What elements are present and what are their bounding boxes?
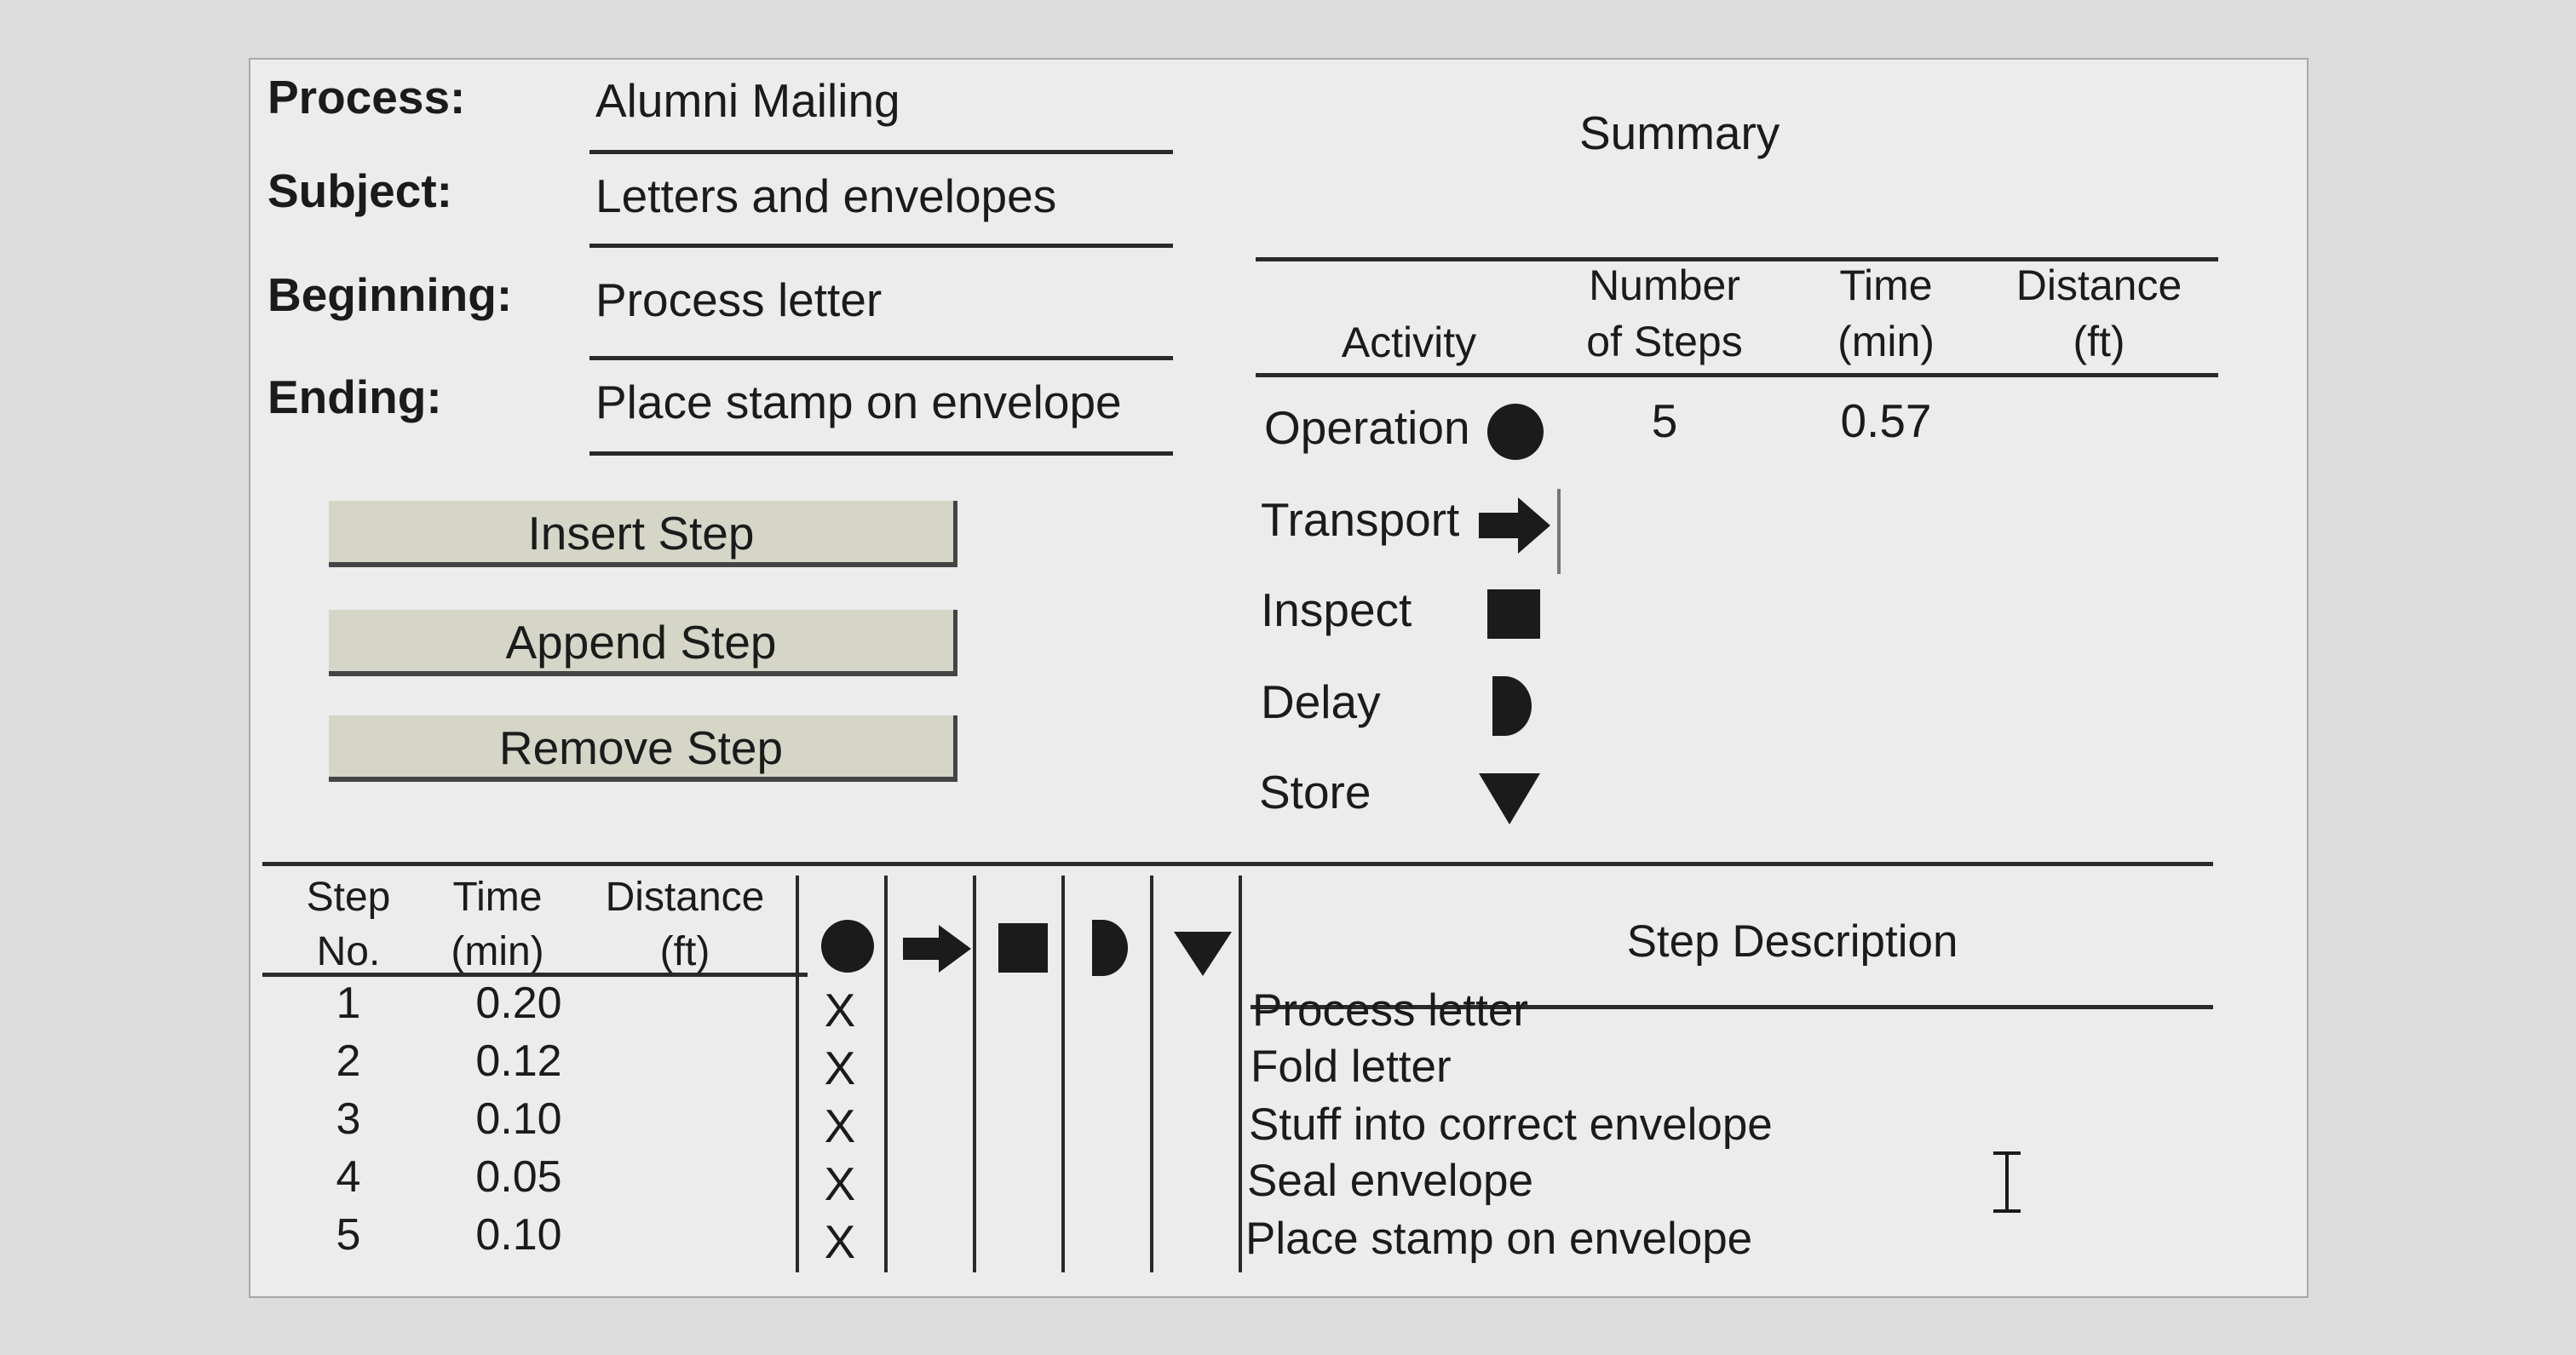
- insert-step-button[interactable]: Insert Step: [329, 501, 957, 567]
- activity-transport-label: Transport: [1261, 493, 1460, 546]
- summary-title: Summary: [1579, 106, 1780, 159]
- grid-line: [973, 876, 976, 1272]
- summary-header-line: [1256, 373, 2218, 377]
- summary-col-steps: Number of Steps: [1586, 261, 1743, 365]
- grid-line: [1150, 876, 1153, 1272]
- arrow-right-icon: [1477, 496, 1552, 555]
- text-cursor-ibeam-icon: [1988, 1150, 2026, 1219]
- ending-value[interactable]: Place stamp on envelope: [595, 375, 1122, 429]
- process-chart-panel: Process: Alumni Mailing Subject: Letters…: [249, 58, 2309, 1298]
- beginning-label: Beginning:: [267, 268, 513, 321]
- beginning-value[interactable]: Process letter: [595, 273, 882, 327]
- circle-icon: [1486, 402, 1545, 462]
- row-4-description[interactable]: Seal envelope: [1247, 1155, 1533, 1207]
- ending-label: Ending:: [267, 370, 442, 423]
- table-col-transport-icon: [901, 923, 973, 974]
- row-2-step: 2: [336, 1036, 361, 1086]
- row-1-operation-mark[interactable]: X: [813, 983, 867, 1037]
- row-2-time: 0.12: [475, 1036, 562, 1086]
- row-3-time: 0.10: [475, 1094, 562, 1144]
- row-5-description[interactable]: Place stamp on envelope: [1245, 1213, 1752, 1265]
- table-top-line: [262, 862, 2213, 866]
- ending-field-line: [589, 451, 1173, 456]
- operation-time: 0.57: [1840, 394, 1932, 447]
- row-4-time: 0.05: [475, 1152, 562, 1202]
- summary-col-distance: Distance (ft): [2015, 261, 2182, 365]
- append-step-button[interactable]: Append Step: [329, 610, 957, 676]
- row-5-step: 5: [336, 1210, 361, 1260]
- beginning-field-line: [589, 356, 1173, 360]
- square-icon: [1486, 588, 1542, 640]
- table-col-step: Step No.: [306, 875, 391, 974]
- triangle-down-icon: [1477, 772, 1542, 826]
- row-5-time: 0.10: [475, 1210, 562, 1260]
- table-col-inspect-icon: [997, 922, 1049, 974]
- subject-field-line: [589, 244, 1173, 248]
- grid-line: [1239, 876, 1242, 1272]
- row-2-operation-mark[interactable]: X: [813, 1041, 867, 1095]
- row-3-description[interactable]: Stuff into correct envelope: [1249, 1099, 1773, 1151]
- operation-steps: 5: [1651, 394, 1678, 447]
- remove-step-button[interactable]: Remove Step: [329, 715, 957, 782]
- summary-col-activity: Activity: [1341, 319, 1477, 366]
- row-2-description[interactable]: Fold letter: [1251, 1041, 1452, 1093]
- table-col-operation-icon: [819, 918, 876, 974]
- summary-col-time: Time (min): [1837, 261, 1935, 365]
- subject-label: Subject:: [267, 164, 452, 217]
- activity-inspect-label: Inspect: [1261, 583, 1412, 636]
- process-field-line: [589, 150, 1173, 154]
- row-3-step: 3: [336, 1094, 361, 1144]
- table-header-line-left: [262, 973, 808, 977]
- grid-line: [796, 876, 799, 1272]
- activity-operation-label: Operation: [1264, 401, 1470, 454]
- activity-delay-label: Delay: [1261, 675, 1381, 728]
- subject-value[interactable]: Letters and envelopes: [595, 169, 1056, 223]
- row-1-step: 1: [336, 979, 361, 1028]
- row-3-operation-mark[interactable]: X: [813, 1099, 867, 1153]
- grid-line: [1061, 876, 1065, 1272]
- process-value[interactable]: Alumni Mailing: [595, 73, 900, 128]
- row-5-operation-mark[interactable]: X: [813, 1214, 867, 1269]
- row-4-step: 4: [336, 1152, 361, 1202]
- table-col-time: Time (min): [451, 875, 544, 974]
- table-col-description: Step Description: [1626, 916, 1958, 967]
- table-col-delay-icon: [1090, 918, 1131, 978]
- grid-line: [884, 876, 888, 1272]
- row-1-time: 0.20: [475, 979, 562, 1028]
- d-shape-icon: [1491, 675, 1533, 738]
- row-4-operation-mark[interactable]: X: [813, 1157, 867, 1211]
- table-col-distance: Distance (ft): [605, 875, 765, 974]
- process-label: Process:: [267, 71, 466, 123]
- table-col-store-icon: [1172, 930, 1233, 978]
- text-cursor-caret: [1557, 489, 1561, 574]
- row-1-description[interactable]: Process letter: [1252, 985, 1528, 1036]
- activity-store-label: Store: [1259, 766, 1371, 818]
